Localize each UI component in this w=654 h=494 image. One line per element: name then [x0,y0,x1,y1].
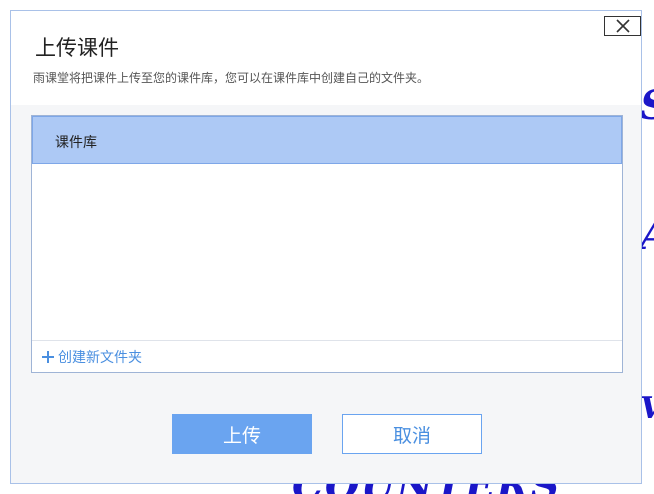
background-slide-text: S [640,86,654,126]
dialog-title: 上传课件 [35,36,119,60]
panel-divider [32,340,622,341]
upload-dialog: 上传课件 雨课堂将把课件上传至您的课件库，您可以在课件库中创建自己的文件夹。 课… [10,10,642,484]
background-slide-text: A [640,216,654,256]
folder-item-courseware-library[interactable]: 课件库 [32,116,622,164]
create-folder-link[interactable]: 创建新文件夹 [41,347,142,367]
dialog-subtitle: 雨课堂将把课件上传至您的课件库，您可以在课件库中创建自己的文件夹。 [33,71,430,85]
plus-icon [42,351,54,363]
cancel-button[interactable]: 取消 [342,414,482,454]
close-icon [615,19,630,33]
upload-button[interactable]: 上传 [172,414,312,454]
create-folder-label: 创建新文件夹 [58,350,142,366]
folder-list: 课件库 创建新文件夹 [31,115,623,373]
folder-item-label: 课件库 [55,135,97,151]
dialog-header: 上传课件 雨课堂将把课件上传至您的课件库，您可以在课件库中创建自己的文件夹。 [11,11,641,105]
background-slide-text: V [640,394,654,424]
close-button[interactable] [604,16,641,36]
